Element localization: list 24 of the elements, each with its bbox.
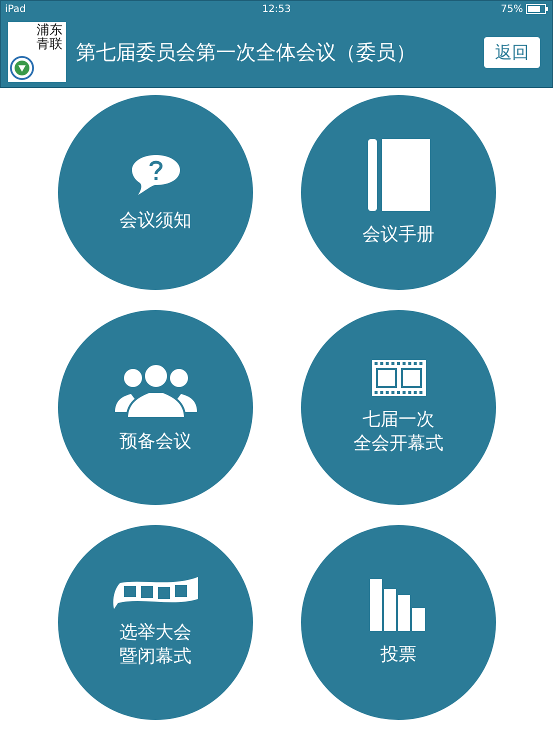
menu-tile[interactable]: 七届一次 全会开幕式 — [301, 310, 496, 505]
film-frame-icon — [372, 360, 426, 396]
tile-label: 预备会议 — [120, 430, 192, 454]
page-title: 第七届委员会第一次全体会议（委员） — [76, 38, 417, 66]
tile-label: 投票 — [380, 642, 416, 666]
tile-label: 会议手册 — [362, 222, 434, 246]
battery-percent: 75% — [500, 4, 523, 14]
tile-label: 选举大会 暨闭幕式 — [120, 621, 192, 668]
tile-label: 七届一次 全会开幕式 — [354, 408, 444, 455]
film-strip-icon — [112, 577, 200, 610]
battery-icon — [526, 4, 548, 14]
menu-tile[interactable]: 会议手册 — [301, 95, 496, 290]
menu-tile[interactable]: 选举大会 暨闭幕式 — [58, 525, 253, 720]
menu-tile[interactable]: 投票 — [301, 525, 496, 720]
tile-label: 会议须知 — [120, 208, 192, 232]
bar-chart-icon — [370, 578, 428, 631]
book-icon — [368, 138, 430, 211]
menu-tile[interactable]: 会议须知 — [58, 95, 253, 290]
question-bubble-icon — [130, 152, 182, 197]
device-name: iPad — [5, 4, 26, 14]
logo-text: 浦东青联 — [36, 24, 64, 53]
menu-tile[interactable]: 预备会议 — [58, 310, 253, 505]
back-button[interactable]: 返回 — [484, 36, 540, 68]
clock-time: 12:53 — [262, 4, 291, 14]
